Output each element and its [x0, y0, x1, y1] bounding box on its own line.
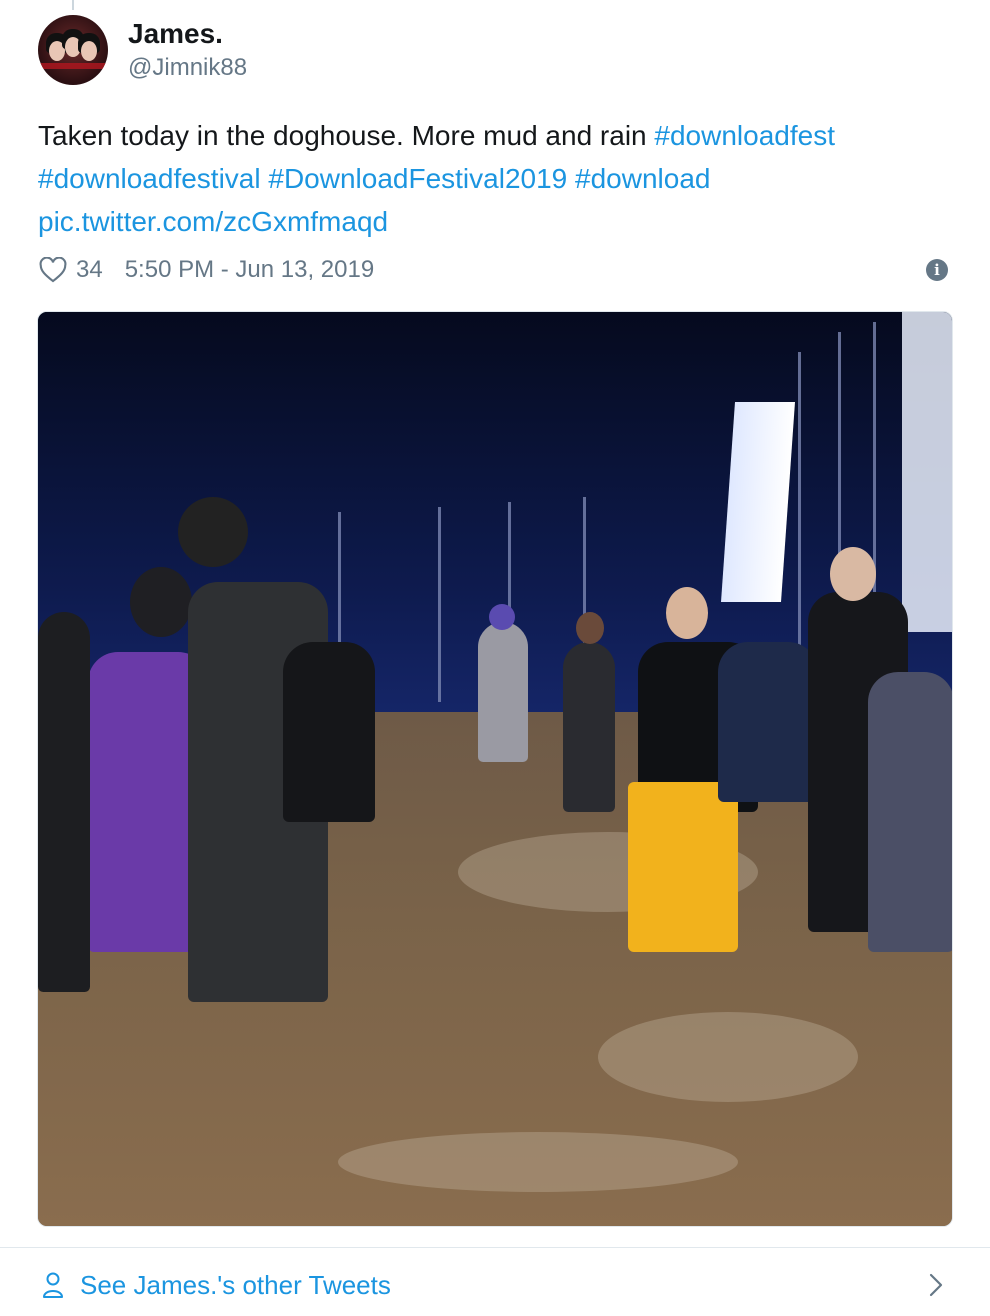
- photo-scene-person: [868, 672, 952, 952]
- see-more-tweets-link[interactable]: See James.'s other Tweets: [80, 1270, 391, 1301]
- tweet-text: Taken today in the doghouse. More mud an…: [38, 114, 958, 243]
- tweet-photo[interactable]: [37, 311, 953, 1227]
- author-display-name[interactable]: James.: [128, 17, 247, 51]
- photo-scene-puddle: [598, 1012, 858, 1102]
- pic-link[interactable]: pic.twitter.com/zcGxmfmaqd: [38, 206, 388, 237]
- tweet-meta: 34 5:50 PM - Jun 13, 2019 i: [38, 252, 948, 288]
- photo-scene-person: [563, 642, 615, 812]
- photo-scene-person: [718, 642, 818, 802]
- heart-icon[interactable]: [38, 255, 68, 285]
- avatar[interactable]: [38, 15, 108, 85]
- author-handle[interactable]: @Jimnik88: [128, 53, 247, 83]
- like-count[interactable]: 34: [76, 256, 103, 284]
- photo-scene-puddle: [338, 1132, 738, 1192]
- hashtag-link[interactable]: #downloadfest: [654, 120, 835, 151]
- hashtag-link[interactable]: #DownloadFestival2019: [268, 163, 567, 194]
- photo-scene-person: [38, 612, 90, 992]
- photo-scene-pole: [438, 507, 441, 702]
- info-icon[interactable]: i: [926, 259, 948, 281]
- photo-scene-person: [178, 497, 248, 567]
- see-more-row[interactable]: See James.'s other Tweets: [40, 1262, 950, 1308]
- hashtag-link[interactable]: #download: [575, 163, 710, 194]
- photo-scene-person: [130, 567, 192, 637]
- photo-scene-person: [478, 622, 528, 762]
- tweet-header: James. @Jimnik88: [38, 14, 247, 86]
- avatar-figure: [81, 41, 97, 61]
- author-names: James. @Jimnik88: [128, 17, 247, 83]
- photo-scene-person: [576, 612, 604, 644]
- hashtag-link[interactable]: #downloadfestival: [38, 163, 261, 194]
- photo-scene-pole: [798, 352, 801, 682]
- tweet-timestamp[interactable]: 5:50 PM - Jun 13, 2019: [125, 256, 375, 284]
- user-icon: [40, 1270, 66, 1300]
- chevron-right-icon[interactable]: [920, 1270, 950, 1300]
- photo-scene-person: [830, 547, 876, 601]
- tweet-body-text: Taken today in the doghouse. More mud an…: [38, 120, 655, 151]
- photo-scene-person: [489, 604, 515, 630]
- footer-divider: [0, 1247, 990, 1248]
- thread-line: [72, 0, 74, 10]
- avatar-figure: [38, 63, 108, 69]
- photo-scene-person: [283, 642, 375, 822]
- photo-scene-person: [666, 587, 708, 639]
- photo-scene-light: [902, 312, 952, 632]
- photo-scene-person: [628, 782, 738, 952]
